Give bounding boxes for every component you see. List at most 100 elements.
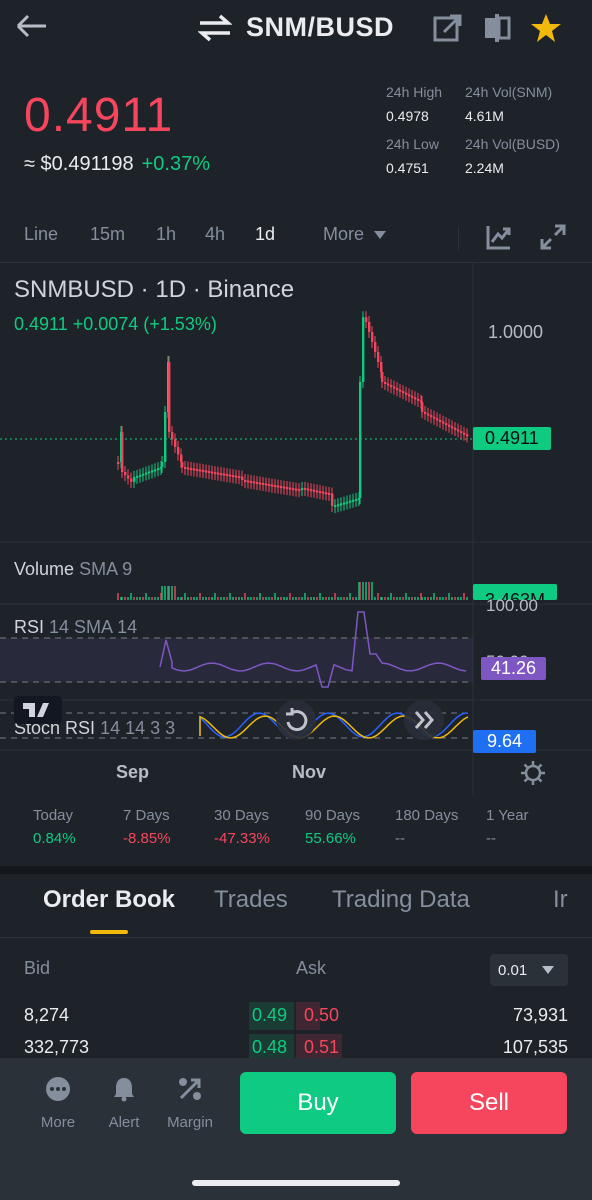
price-candle bbox=[174, 439, 177, 447]
price-candle bbox=[292, 488, 295, 491]
period-1y: 1 Year -- bbox=[486, 807, 529, 847]
tf-4h[interactable]: 4h bbox=[205, 224, 225, 245]
buy-button[interactable]: Buy bbox=[240, 1072, 396, 1134]
volume-bar bbox=[405, 593, 407, 600]
price-candle bbox=[214, 472, 217, 475]
volume-bar bbox=[139, 597, 141, 600]
tf-more[interactable]: More bbox=[323, 224, 387, 245]
price-candle bbox=[271, 484, 274, 487]
tf-divider bbox=[458, 226, 459, 250]
price-candle bbox=[307, 488, 310, 491]
tf-line[interactable]: Line bbox=[24, 224, 58, 245]
price-candle bbox=[250, 481, 253, 484]
price-candle bbox=[202, 470, 205, 473]
price-candle bbox=[268, 484, 271, 487]
price-candle bbox=[466, 434, 469, 437]
volume-bar bbox=[196, 597, 198, 600]
volume-bar bbox=[331, 597, 333, 600]
chart-settings-icon[interactable] bbox=[520, 760, 546, 786]
back-arrow-icon[interactable] bbox=[14, 10, 50, 42]
pair-title[interactable]: SNM/BUSD bbox=[246, 12, 394, 43]
tab-trades[interactable]: Trades bbox=[214, 886, 288, 914]
volume-bar bbox=[374, 597, 376, 600]
price-candle bbox=[124, 472, 127, 476]
price-candle bbox=[211, 471, 214, 474]
volume-bar bbox=[256, 597, 258, 600]
price-candle bbox=[346, 501, 349, 504]
tab-order-book[interactable]: Order Book bbox=[43, 886, 175, 914]
volume-bar bbox=[408, 597, 410, 600]
price-candle bbox=[325, 492, 328, 495]
period-label: 90 Days bbox=[305, 807, 361, 824]
fullscreen-icon[interactable] bbox=[540, 224, 566, 250]
double-chevron-right-icon bbox=[414, 711, 434, 729]
price-candle bbox=[241, 476, 244, 480]
app-header: SNM/BUSD bbox=[0, 0, 592, 56]
low-value: 0.4751 bbox=[386, 160, 429, 176]
tf-15m[interactable]: 15m bbox=[90, 224, 125, 245]
price-candle bbox=[139, 474, 142, 477]
vol-snm-label: 24h Vol(SNM) bbox=[465, 84, 553, 100]
favorite-star-icon[interactable] bbox=[530, 12, 562, 44]
price-candle bbox=[223, 473, 226, 476]
price-candle bbox=[322, 491, 325, 494]
sell-button[interactable]: Sell bbox=[411, 1072, 567, 1134]
swap-icon[interactable] bbox=[198, 14, 232, 42]
price-candle bbox=[289, 487, 292, 490]
price-candle bbox=[387, 383, 390, 386]
period-value: -8.85% bbox=[123, 830, 171, 847]
share-icon[interactable] bbox=[432, 12, 464, 44]
volume-bar bbox=[223, 597, 225, 600]
volume-bar bbox=[319, 593, 321, 600]
volume-bar bbox=[253, 597, 255, 600]
period-value: -47.33% bbox=[214, 830, 270, 847]
order-book-row[interactable]: 8,274 0.49 0.50 73,931 bbox=[0, 1002, 592, 1030]
price-candle bbox=[193, 468, 196, 471]
forward-button[interactable] bbox=[404, 700, 444, 740]
volume-bar bbox=[301, 597, 303, 600]
volume-bar bbox=[190, 597, 192, 600]
volume-bar bbox=[334, 593, 336, 600]
stoch-params: 14 14 3 3 bbox=[100, 718, 176, 738]
volume-bar bbox=[187, 597, 189, 600]
price-candle bbox=[454, 427, 457, 430]
timeframe-bar: Line 15m 1h 4h 1d More bbox=[0, 224, 592, 254]
tab-trading-data[interactable]: Trading Data bbox=[332, 886, 470, 914]
volume-bar bbox=[466, 597, 468, 600]
bid-qty: 8,274 bbox=[24, 1005, 70, 1025]
volume-bar bbox=[433, 593, 435, 600]
volume-bar bbox=[316, 597, 318, 600]
tf-1h[interactable]: 1h bbox=[156, 224, 176, 245]
volume-bar bbox=[130, 593, 132, 600]
price-candle bbox=[355, 498, 358, 501]
compare-icon[interactable] bbox=[481, 12, 513, 44]
price-candle bbox=[368, 322, 371, 332]
price-candle bbox=[253, 481, 256, 484]
price-candle bbox=[396, 388, 399, 391]
price-candle bbox=[277, 485, 280, 488]
price-candle bbox=[274, 485, 277, 488]
volume-bar bbox=[205, 597, 207, 600]
price-candle bbox=[328, 492, 331, 495]
home-indicator bbox=[192, 1180, 400, 1186]
vol-snm-value: 4.61M bbox=[465, 108, 504, 124]
price-candle bbox=[377, 352, 380, 362]
tf-1d[interactable]: 1d bbox=[255, 224, 275, 245]
undo-button[interactable] bbox=[276, 700, 316, 740]
indicators-icon[interactable] bbox=[486, 224, 512, 250]
price-chart[interactable]: SNMBUSD · 1D · Binance 0.4911 +0.0074 (+… bbox=[0, 262, 592, 795]
price-candle bbox=[259, 482, 262, 485]
price-candle bbox=[208, 471, 211, 474]
tab-info[interactable]: Ir bbox=[553, 886, 568, 914]
price-candle bbox=[334, 505, 337, 508]
price-candle bbox=[424, 412, 427, 414]
price-candle bbox=[168, 362, 171, 432]
volume-bar bbox=[460, 597, 462, 600]
undo-icon bbox=[286, 708, 308, 732]
price-candle bbox=[340, 503, 343, 506]
margin-action[interactable]: Margin bbox=[150, 1076, 230, 1131]
volume-bar bbox=[214, 593, 216, 600]
volume-bar bbox=[265, 597, 267, 600]
precision-select[interactable]: 0.01 bbox=[490, 954, 568, 986]
price-candle bbox=[220, 473, 223, 476]
